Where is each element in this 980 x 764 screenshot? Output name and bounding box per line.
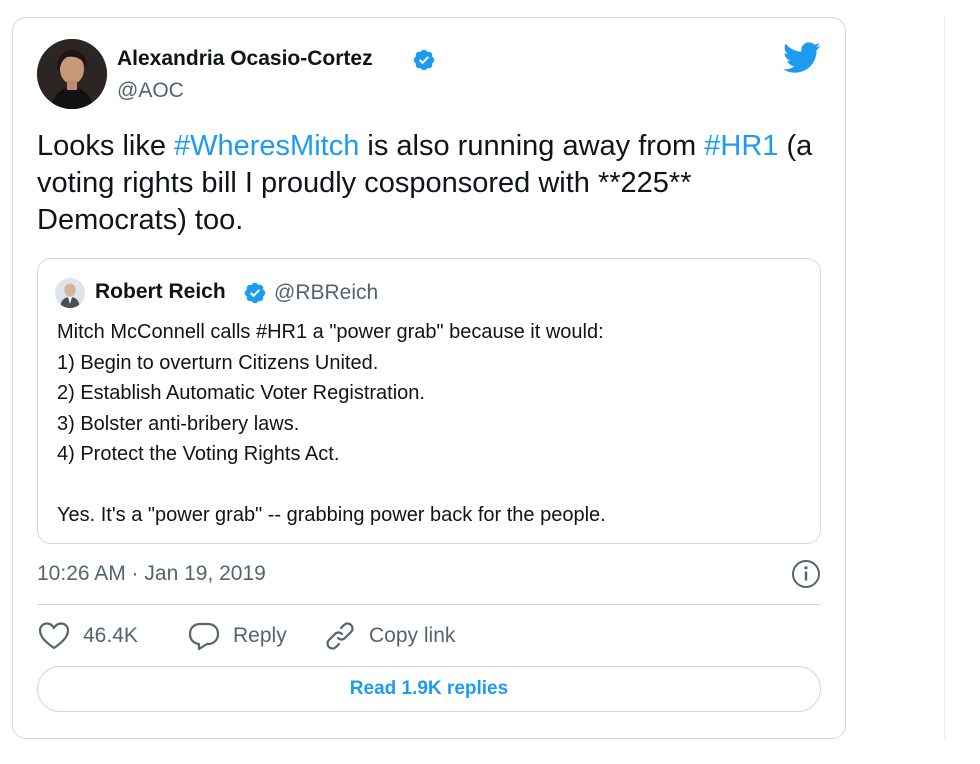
tweet-timestamp[interactable]: 10:26 AM · Jan 19, 2019: [37, 562, 266, 586]
twitter-bird-icon[interactable]: [783, 42, 821, 74]
link-icon: [326, 622, 354, 650]
heart-icon: [38, 622, 70, 650]
divider: [37, 604, 821, 605]
quoted-text-line: Mitch McConnell calls #HR1 a "power grab…: [57, 321, 604, 343]
author-handle[interactable]: @AOC: [117, 79, 184, 103]
quoted-text-line: 3) Bolster anti-bribery laws.: [57, 412, 300, 435]
author-avatar[interactable]: [37, 39, 107, 109]
tweet-text: Looks like #WheresMitch is also running …: [37, 128, 827, 239]
reply-label: Reply: [233, 624, 287, 647]
quoted-text-blank-line: [57, 470, 807, 501]
author-name[interactable]: Alexandria Ocasio-Cortez: [117, 47, 373, 71]
quoted-text-line: 4) Protect the Voting Rights Act.: [57, 443, 340, 465]
copy-link-label: Copy link: [369, 624, 456, 647]
info-icon[interactable]: [789, 557, 823, 591]
column-divider: [944, 17, 945, 739]
quoted-tweet[interactable]: Robert Reich @RBReich Mitch McConnell ca…: [37, 258, 821, 544]
copy-link-button[interactable]: Copy link: [323, 618, 455, 654]
reply-button[interactable]: Reply: [187, 618, 287, 654]
tweet-text-segment: is also running away from: [359, 130, 705, 162]
quoted-text-line: Yes. It's a "power grab" -- grabbing pow…: [57, 504, 606, 526]
tweet-card: Alexandria Ocasio-Cortez @AOC Looks like…: [12, 17, 846, 739]
quoted-text-line: 1) Begin to overturn Citizens United.: [57, 351, 379, 374]
like-button[interactable]: 46.4K: [37, 618, 138, 654]
verified-badge-icon: [413, 49, 435, 71]
reply-bubble-icon: [188, 622, 220, 651]
quoted-tweet-text: Mitch McConnell calls #HR1 a "power grab…: [57, 317, 807, 531]
quoted-text-line: 2) Establish Automatic Voter Registratio…: [57, 382, 425, 404]
like-count: 46.4K: [83, 624, 138, 647]
verified-badge-icon: [244, 282, 266, 304]
read-replies-button[interactable]: Read 1.9K replies: [37, 666, 821, 712]
quoted-author-name: Robert Reich: [95, 280, 226, 303]
quoted-author-avatar: [55, 278, 85, 308]
hashtag-link-wheresmitch[interactable]: #WheresMitch: [174, 130, 359, 162]
hashtag-link-hr1[interactable]: #HR1: [704, 130, 778, 162]
page: Alexandria Ocasio-Cortez @AOC Looks like…: [0, 0, 980, 764]
tweet-text-segment: Looks like: [37, 130, 175, 162]
quoted-author-handle: @RBReich: [274, 281, 379, 304]
